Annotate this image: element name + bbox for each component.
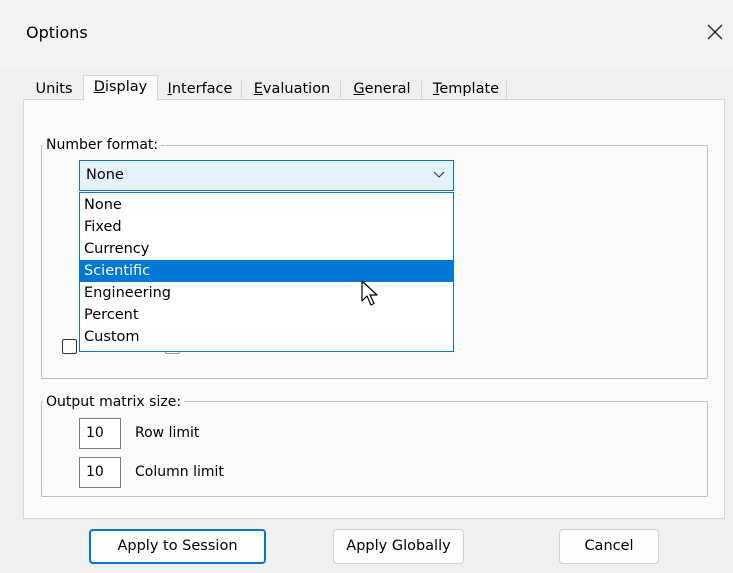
tab-interface[interactable]: Interface bbox=[159, 77, 241, 101]
option-percent[interactable]: Percent bbox=[80, 304, 453, 326]
output-matrix-group bbox=[41, 401, 708, 497]
cancel-button[interactable]: Cancel bbox=[559, 529, 659, 564]
tab-accelerator: G bbox=[353, 81, 365, 97]
column-limit-label: Column limit bbox=[135, 464, 224, 480]
row-limit-input[interactable]: 10 bbox=[79, 418, 121, 449]
tab-general[interactable]: General bbox=[344, 77, 420, 101]
checkbox[interactable] bbox=[62, 339, 77, 354]
close-button[interactable] bbox=[697, 14, 733, 50]
tab-separator bbox=[241, 81, 242, 98]
column-limit-input[interactable]: 10 bbox=[79, 457, 121, 488]
option-engineering[interactable]: Engineering bbox=[80, 282, 453, 304]
tab-label: nterface bbox=[171, 81, 233, 97]
mouse-pointer-icon bbox=[361, 280, 378, 306]
row-limit-label: Row limit bbox=[135, 425, 200, 441]
tab-label: emplate bbox=[439, 81, 500, 97]
tab-label: Units bbox=[35, 81, 73, 97]
tab-label: isplay bbox=[104, 79, 148, 95]
tab-template[interactable]: Template bbox=[425, 77, 507, 101]
close-icon bbox=[707, 24, 723, 40]
tab-label: valuation bbox=[262, 81, 331, 97]
number-format-select[interactable]: None bbox=[79, 160, 454, 191]
option-scientific[interactable]: Scientific bbox=[80, 260, 453, 282]
number-format-label: Number format: bbox=[43, 137, 162, 153]
title-bar: Options bbox=[0, 0, 733, 66]
tab-separator bbox=[506, 81, 507, 98]
tab-separator bbox=[340, 81, 341, 98]
chevron-down-icon bbox=[433, 171, 445, 178]
window-title: Options bbox=[26, 23, 88, 42]
option-custom[interactable]: Custom bbox=[80, 326, 453, 348]
output-matrix-label: Output matrix size: bbox=[43, 394, 185, 410]
tab-evaluation[interactable]: Evaluation bbox=[245, 77, 339, 101]
tab-label: eneral bbox=[364, 81, 411, 97]
selected-value: None bbox=[86, 167, 124, 183]
apply-to-session-button[interactable]: Apply to Session bbox=[89, 529, 266, 564]
option-currency[interactable]: Currency bbox=[80, 238, 453, 260]
option-fixed[interactable]: Fixed bbox=[80, 216, 453, 238]
option-none[interactable]: None bbox=[80, 194, 453, 216]
tab-display[interactable]: Display bbox=[83, 75, 158, 101]
number-format-dropdown: None Fixed Currency Scientific Engineeri… bbox=[79, 192, 454, 352]
tab-units[interactable]: Units bbox=[28, 77, 80, 101]
options-dialog: Options Units Display Interface Evaluati… bbox=[0, 0, 733, 573]
tab-accelerator: E bbox=[253, 81, 263, 97]
apply-globally-button[interactable]: Apply Globally bbox=[333, 529, 464, 564]
tab-separator bbox=[421, 81, 422, 98]
tab-accelerator: D bbox=[93, 79, 105, 95]
